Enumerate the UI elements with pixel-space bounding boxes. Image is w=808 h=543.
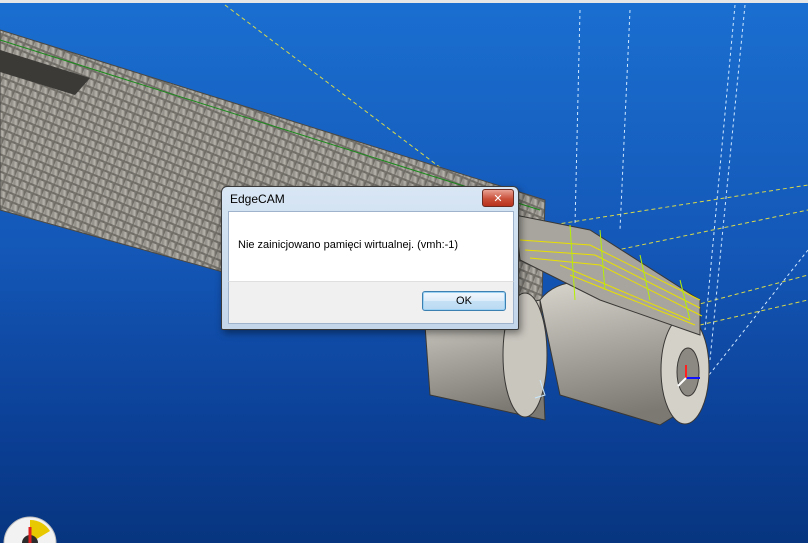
dialog-footer: OK xyxy=(228,281,514,324)
close-icon: ✕ xyxy=(493,191,503,205)
dialog-message: Nie zainicjowano pamięci wirtualnej. (vm… xyxy=(238,239,459,251)
top-border xyxy=(0,0,808,3)
center-bore xyxy=(676,347,700,397)
view-orientation-icon xyxy=(3,516,57,543)
dialog-title: EdgeCAM xyxy=(230,192,285,206)
close-button[interactable]: ✕ xyxy=(482,189,514,207)
ok-button[interactable]: OK xyxy=(422,291,506,311)
dialog-titlebar[interactable]: EdgeCAM ✕ xyxy=(222,187,518,211)
dialog-body: Nie zainicjowano pamięci wirtualnej. (vm… xyxy=(228,211,514,282)
error-dialog: EdgeCAM ✕ Nie zainicjowano pamięci wirtu… xyxy=(221,186,519,330)
